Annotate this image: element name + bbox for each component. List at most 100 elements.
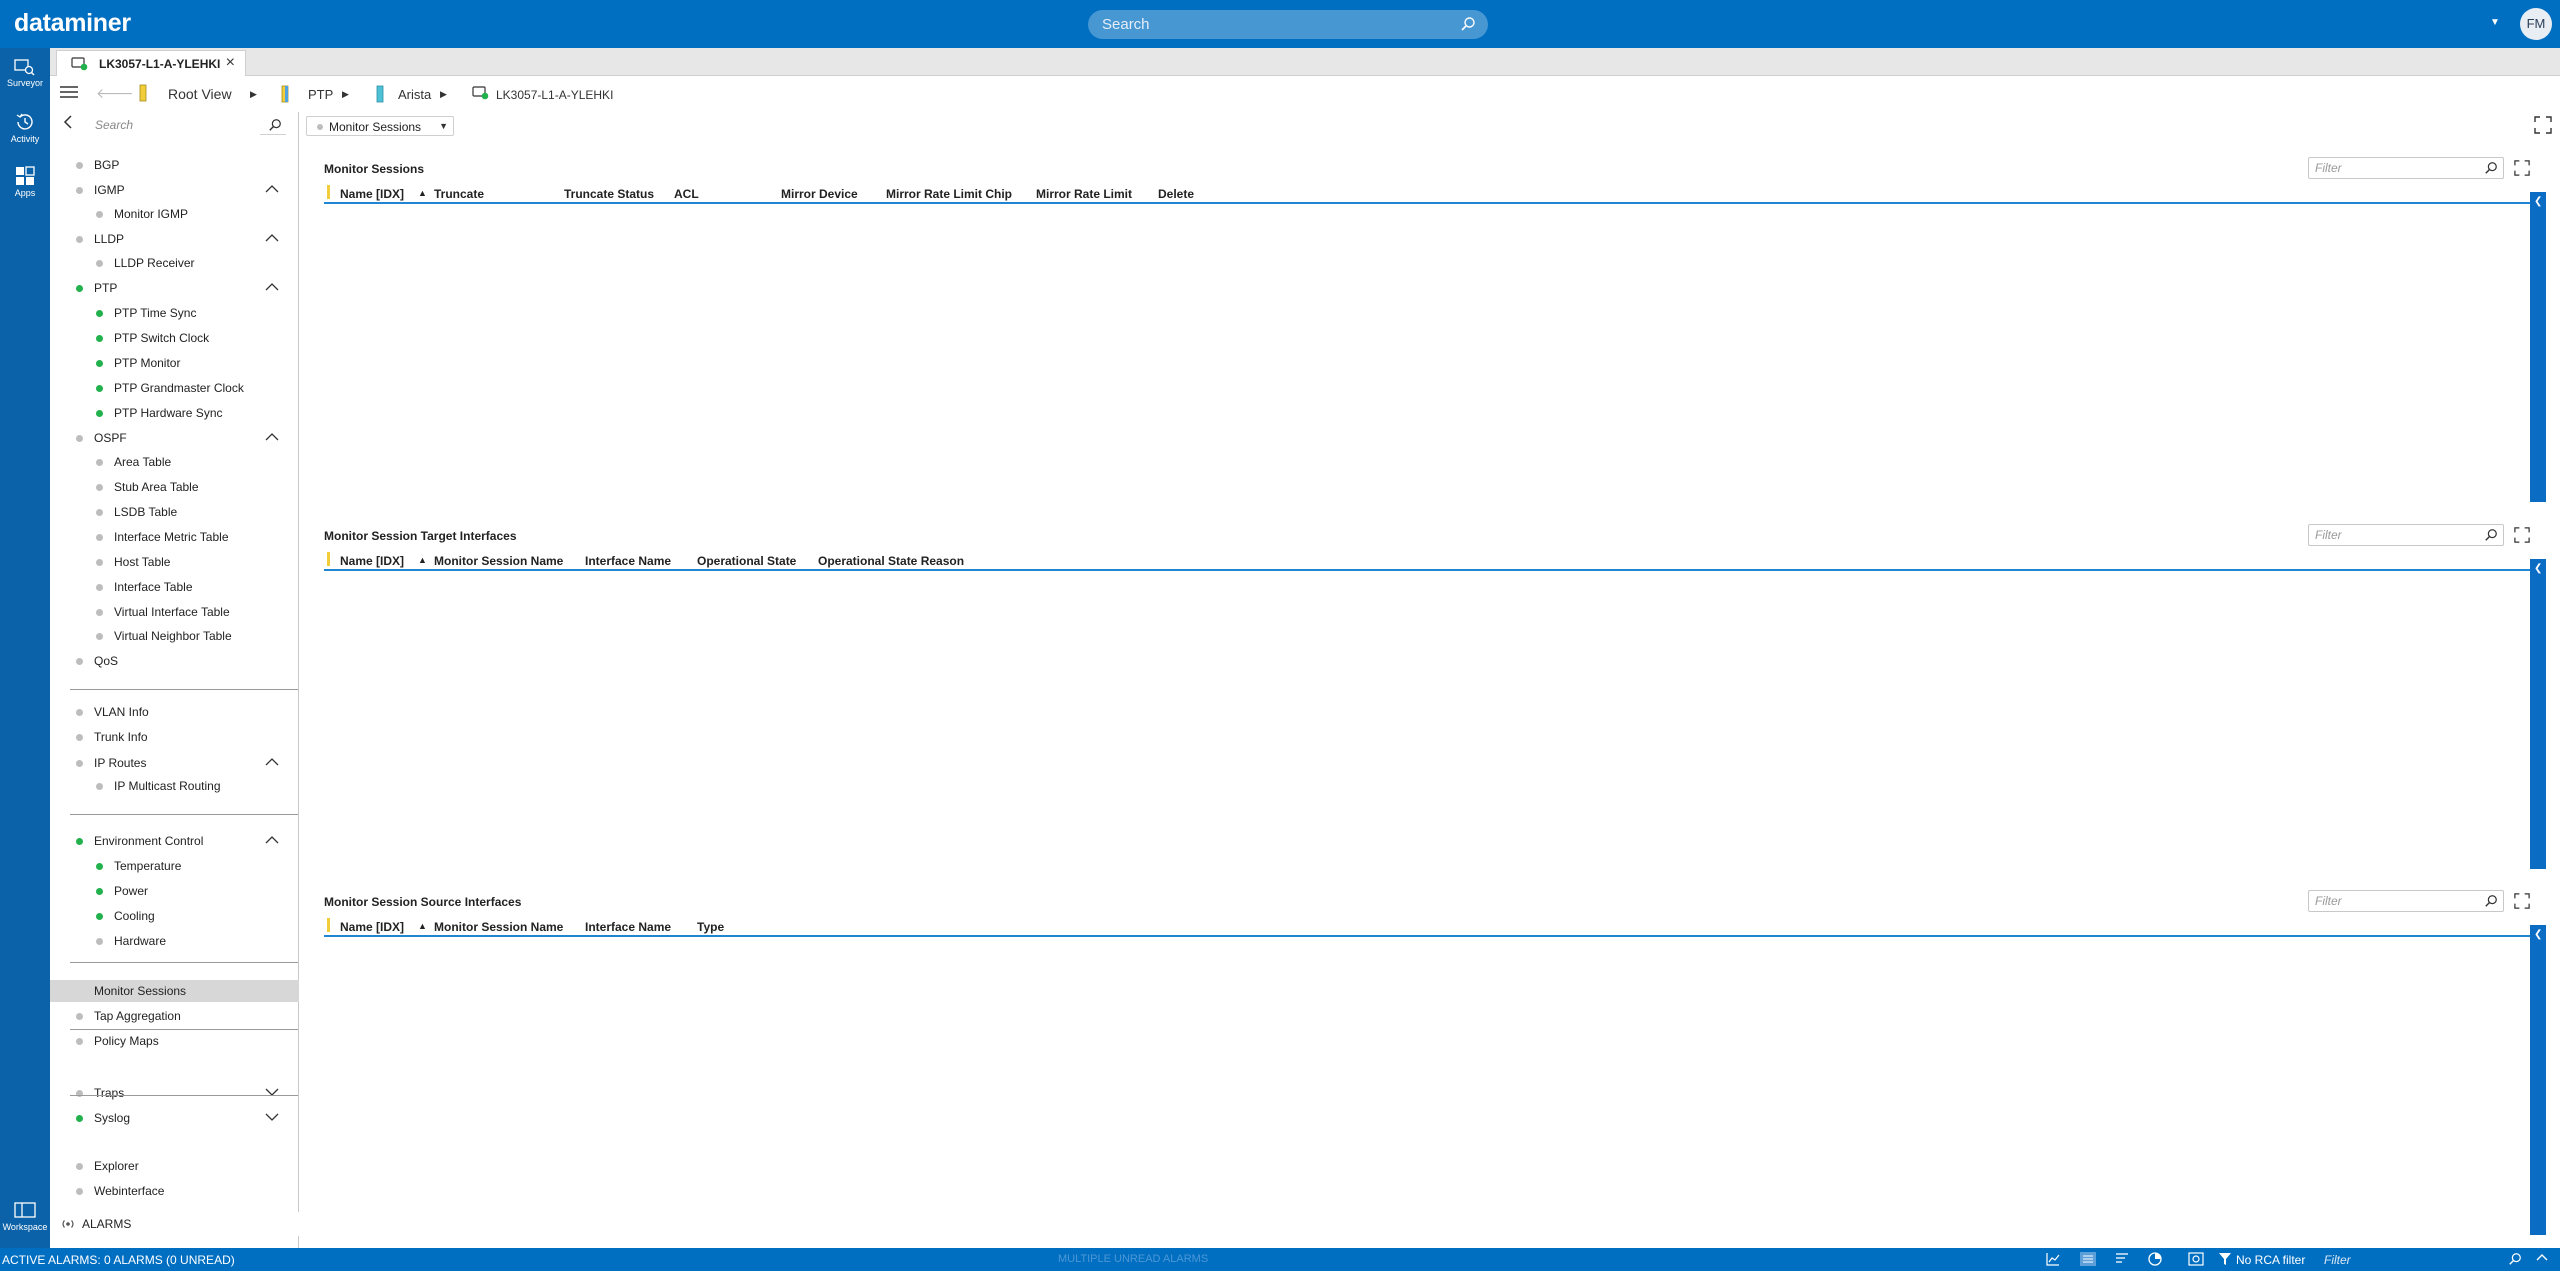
sidebar-item-bgp[interactable]: BGP xyxy=(50,154,299,176)
column-header[interactable]: Delete xyxy=(1158,187,1194,201)
sidebar-item-ip-routes[interactable]: IP Routes xyxy=(50,752,299,774)
sidebar-item-interface-table[interactable]: Interface Table xyxy=(50,576,299,598)
sort-ascending-icon[interactable]: ▲ xyxy=(418,555,427,565)
rca-filter-status[interactable]: No RCA filter xyxy=(2236,1253,2305,1267)
sidebar-item-cooling[interactable]: Cooling xyxy=(50,905,299,927)
column-header[interactable]: Truncate Status xyxy=(564,187,654,201)
alarm-filter-input[interactable] xyxy=(2318,1251,2488,1268)
pie-chart-icon[interactable] xyxy=(2148,1252,2162,1269)
sidebar-item-hardware[interactable]: Hardware xyxy=(50,930,299,952)
sidebar-item-ptp-hardware-sync[interactable]: PTP Hardware Sync xyxy=(50,402,299,424)
focus-icon[interactable] xyxy=(2188,1252,2204,1269)
sidebar-item-vlan-info[interactable]: VLAN Info xyxy=(50,701,299,723)
table-filter-input[interactable] xyxy=(2309,158,2469,178)
chevron-up-icon[interactable] xyxy=(264,230,280,249)
breadcrumb-item[interactable]: Arista xyxy=(398,87,431,102)
column-header[interactable]: Mirror Rate Limit Chip xyxy=(886,187,1012,201)
page-selector[interactable]: Monitor Sessions ▼ xyxy=(306,116,454,136)
sidebar-item-lsdb-table[interactable]: LSDB Table xyxy=(50,501,299,523)
sidebar-item-traps[interactable]: Traps xyxy=(50,1082,299,1104)
breadcrumb-item[interactable]: PTP xyxy=(308,87,333,102)
column-header[interactable]: Mirror Device xyxy=(781,187,858,201)
status-filter[interactable] xyxy=(2318,1251,2528,1268)
user-menu-caret-icon[interactable]: ▼ xyxy=(2490,17,2500,28)
column-header[interactable]: Monitor Session Name xyxy=(434,554,563,568)
sidebar-item-qos[interactable]: QoS xyxy=(50,650,299,672)
sidebar-item-policy-maps[interactable]: Policy Maps xyxy=(50,1030,299,1052)
column-header[interactable]: Monitor Session Name xyxy=(434,920,563,934)
chevron-left-icon[interactable]: ❮ xyxy=(2534,563,2542,574)
sidebar-item-area-table[interactable]: Area Table xyxy=(50,451,299,473)
sidebar-item-webinterface[interactable]: Webinterface xyxy=(50,1180,299,1202)
sidebar-item-explorer[interactable]: Explorer xyxy=(50,1155,299,1177)
column-header[interactable]: Name [IDX] xyxy=(340,554,404,568)
side-panel-toggle[interactable]: ❮ xyxy=(2530,925,2546,1235)
chevron-up-icon[interactable] xyxy=(264,832,280,851)
rail-item-activity[interactable]: Activity xyxy=(0,112,50,144)
table-filter-input[interactable] xyxy=(2309,525,2469,545)
filter-icon[interactable] xyxy=(2218,1252,2232,1269)
chevron-down-icon[interactable] xyxy=(264,1084,280,1103)
fullscreen-icon[interactable] xyxy=(2514,893,2530,912)
sidebar-item-temperature[interactable]: Temperature xyxy=(50,855,299,877)
sidebar-item-trunk-info[interactable]: Trunk Info xyxy=(50,726,299,748)
side-panel-toggle[interactable]: ❮ xyxy=(2530,559,2546,869)
breadcrumb-arrow-icon[interactable]: ▶ xyxy=(250,89,257,100)
sort-ascending-icon[interactable]: ▲ xyxy=(418,921,427,931)
active-alarms-status[interactable]: ACTIVE ALARMS: 0 ALARMS (0 UNREAD) xyxy=(2,1253,235,1267)
sidebar-item-ip-multicast-routing[interactable]: IP Multicast Routing xyxy=(50,775,299,797)
sidebar-item-syslog[interactable]: Syslog xyxy=(50,1107,299,1129)
search-icon[interactable] xyxy=(1460,16,1476,35)
sidebar-item-interface-metric-table[interactable]: Interface Metric Table xyxy=(50,526,299,548)
sort-ascending-icon[interactable]: ▲ xyxy=(418,188,427,198)
rail-item-surveyor[interactable]: Surveyor xyxy=(0,58,50,88)
chevron-left-icon[interactable]: ❮ xyxy=(2534,196,2542,207)
column-header[interactable]: Name [IDX] xyxy=(340,187,404,201)
chevron-up-icon[interactable] xyxy=(264,754,280,773)
chevron-left-icon[interactable]: ❮ xyxy=(2534,929,2542,940)
column-header[interactable]: ACL xyxy=(674,187,699,201)
sidebar-item-lldp-receiver[interactable]: LLDP Receiver xyxy=(50,252,299,274)
alarms-row[interactable]: ALARMS xyxy=(50,1212,299,1236)
sidebar-item-ptp-monitor[interactable]: PTP Monitor xyxy=(50,352,299,374)
sidebar-item-ptp[interactable]: PTP xyxy=(50,277,299,299)
brand-logo[interactable]: dataminer xyxy=(14,9,131,38)
column-header[interactable]: Mirror Rate Limit xyxy=(1036,187,1132,201)
list-view-icon[interactable] xyxy=(2080,1252,2096,1269)
panel-search[interactable] xyxy=(90,115,286,135)
table-filter[interactable] xyxy=(2308,524,2504,546)
sidebar-item-igmp[interactable]: IGMP xyxy=(50,179,299,201)
chevron-up-icon[interactable] xyxy=(264,181,280,200)
sort-icon[interactable] xyxy=(2115,1252,2129,1269)
sidebar-item-monitor-sessions[interactable]: Monitor Sessions xyxy=(50,980,299,1002)
fullscreen-icon[interactable] xyxy=(2534,116,2552,137)
breadcrumb-arrow-icon[interactable]: ▶ xyxy=(440,89,447,100)
sidebar-item-virtual-interface-table[interactable]: Virtual Interface Table xyxy=(50,601,299,623)
hamburger-menu-icon[interactable] xyxy=(60,85,78,102)
panel-search-input[interactable] xyxy=(90,115,260,135)
global-search-input[interactable] xyxy=(1102,10,1442,39)
fullscreen-icon[interactable] xyxy=(2514,160,2530,179)
search-icon[interactable] xyxy=(268,118,282,135)
fullscreen-icon[interactable] xyxy=(2514,527,2530,546)
search-icon[interactable] xyxy=(2484,161,2498,178)
sidebar-item-power[interactable]: Power xyxy=(50,880,299,902)
sidebar-item-ptp-switch-clock[interactable]: PTP Switch Clock xyxy=(50,327,299,349)
table-filter[interactable] xyxy=(2308,157,2504,179)
collapse-arrow-icon[interactable] xyxy=(63,115,73,132)
table-filter[interactable] xyxy=(2308,890,2504,912)
search-icon[interactable] xyxy=(2484,528,2498,545)
sidebar-item-host-table[interactable]: Host Table xyxy=(50,551,299,573)
sidebar-item-monitor-igmp[interactable]: Monitor IGMP xyxy=(50,203,299,225)
sidebar-item-ptp-time-sync[interactable]: PTP Time Sync xyxy=(50,302,299,324)
breadcrumb-arrow-icon[interactable]: ▶ xyxy=(342,89,349,100)
back-arrow-icon[interactable]: 🡐 xyxy=(96,85,134,102)
trend-icon[interactable] xyxy=(2046,1252,2060,1269)
search-icon[interactable] xyxy=(2484,894,2498,911)
rail-item-workspace[interactable]: Workspace xyxy=(0,1202,50,1232)
sidebar-item-environment-control[interactable]: Environment Control xyxy=(50,830,299,852)
chevron-down-icon[interactable]: ▼ xyxy=(439,121,448,131)
column-header[interactable]: Name [IDX] xyxy=(340,920,404,934)
chevron-up-icon[interactable] xyxy=(2536,1252,2548,1267)
sidebar-item-ptp-grandmaster-clock[interactable]: PTP Grandmaster Clock xyxy=(50,377,299,399)
